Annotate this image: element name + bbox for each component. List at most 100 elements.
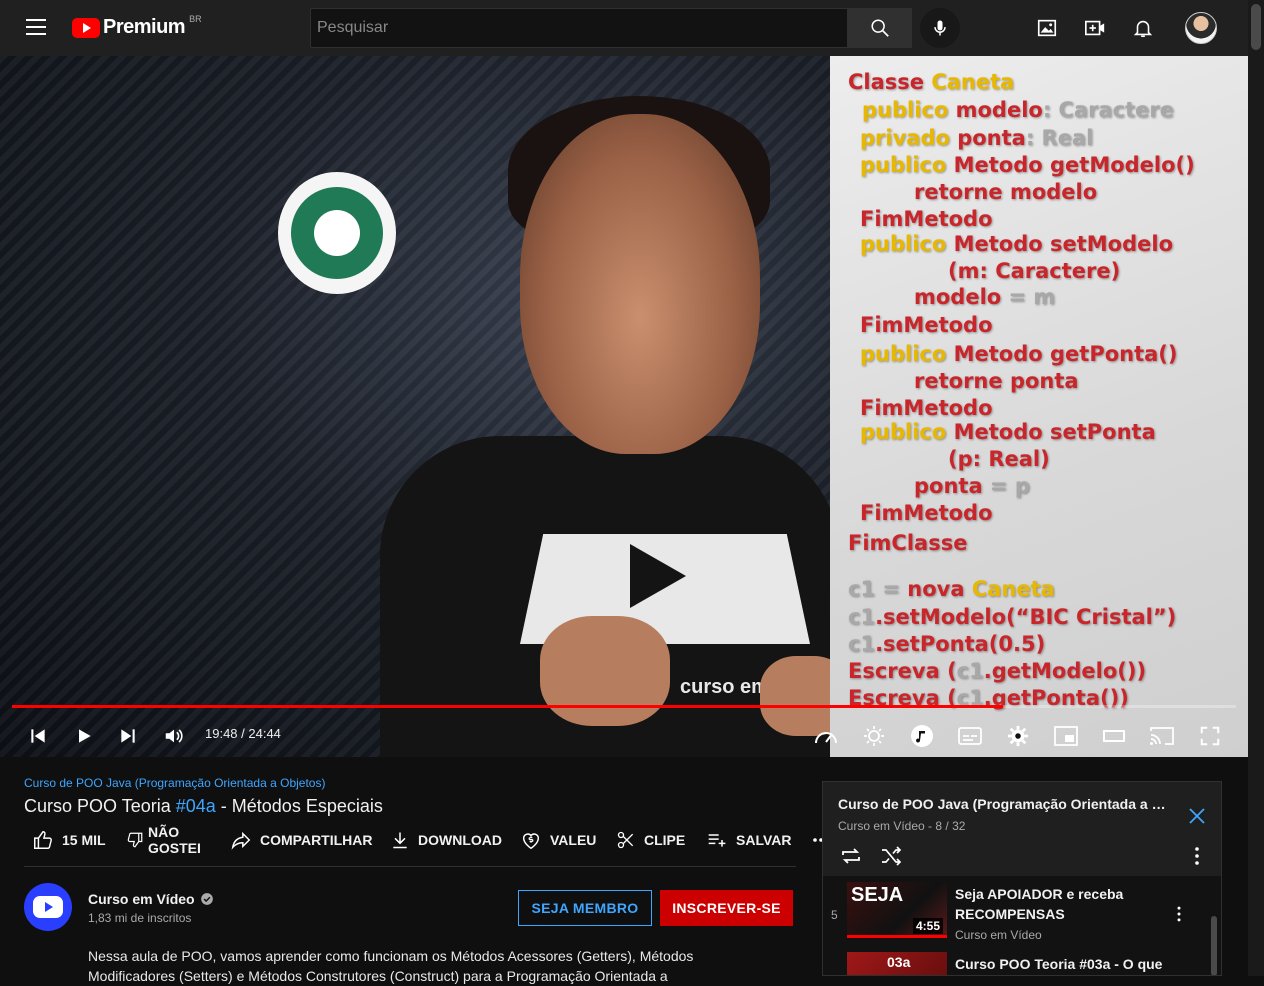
playlist-scrollbar-thumb[interactable] <box>1211 916 1217 975</box>
time-display: 19:48 / 24:44 <box>205 726 281 741</box>
create-video-icon[interactable] <box>1083 16 1107 40</box>
presenter-hand <box>540 616 670 726</box>
clip-label: CLIPE <box>644 832 686 848</box>
page-scrollbar[interactable] <box>1248 0 1264 976</box>
code-token: Caneta <box>971 577 1055 601</box>
account-avatar[interactable] <box>1185 12 1217 44</box>
download-button[interactable]: DOWNLOAD <box>390 820 502 860</box>
code-line: publico Metodo setPonta <box>860 420 1156 444</box>
playlist-link[interactable]: Curso de POO Java (Programação Orientada… <box>24 776 804 790</box>
next-icon[interactable] <box>114 722 142 750</box>
title-suffix: - Métodos Especiais <box>215 796 383 816</box>
masthead: Premium BR <box>0 0 1264 56</box>
settings-gear-icon[interactable] <box>1004 722 1032 750</box>
playlist-item-thumbnail[interactable]: 03a <box>847 952 947 975</box>
more-options-icon[interactable] <box>1169 904 1189 924</box>
playlist-item-title: Curso POO Teoria #03a - O que <box>955 956 1163 972</box>
playlist-item[interactable]: 5 SEJA 4:55 Seja APOIADOR e receba RECOM… <box>823 878 1221 948</box>
code-line: (p: Real) <box>948 447 1050 471</box>
code-token: FimClasse <box>848 531 968 555</box>
like-count: 15 MIL <box>62 832 106 848</box>
save-button[interactable]: SALVAR <box>706 820 791 860</box>
playlist-item-thumbnail[interactable]: SEJA 4:55 <box>847 882 947 938</box>
like-button[interactable]: 15 MIL <box>32 820 106 860</box>
theater-mode-icon[interactable] <box>1100 722 1128 750</box>
code-token: publico <box>860 420 954 444</box>
code-token: modelo <box>1009 180 1098 204</box>
cast-icon[interactable] <box>1148 722 1176 750</box>
channel-name[interactable]: Curso em Vídeo <box>88 891 214 907</box>
code-line: privado ponta: Real <box>860 126 1093 150</box>
music-note-icon[interactable] <box>908 722 936 750</box>
code-token: publico <box>862 98 956 122</box>
code-token: c1 <box>848 632 876 656</box>
join-member-button[interactable]: SEJA MEMBRO <box>518 890 652 926</box>
video-description[interactable]: Nessa aula de POO, vamos aprender como f… <box>88 946 708 986</box>
search-input[interactable] <box>311 9 847 47</box>
miniplayer-icon[interactable] <box>1052 722 1080 750</box>
code-token: getModelo() <box>1050 153 1195 177</box>
code-line: Escreva (c1.getModelo()) <box>848 659 1146 683</box>
ambient-mode-icon[interactable] <box>860 722 888 750</box>
search-icon <box>871 19 889 37</box>
close-icon[interactable] <box>1185 804 1209 828</box>
code-token: setPonta <box>1050 420 1156 444</box>
progress-bar[interactable] <box>12 705 1236 708</box>
code-token: = p <box>982 474 1030 498</box>
voice-search-button[interactable] <box>920 8 960 48</box>
save-playlist-add-icon <box>708 834 726 847</box>
playlist-title[interactable]: Curso de POO Java (Programação Orientada… <box>838 796 1168 812</box>
code-line: c1 = nova Caneta <box>848 577 1055 601</box>
player-controls: 19:48 / 24:44 <box>0 716 1248 756</box>
death-star-coffee-sticker <box>278 172 396 294</box>
thumbnail-progress <box>847 935 947 938</box>
code-line: publico modelo: Caractere <box>862 98 1174 122</box>
thanks-label: VALEU <box>550 832 597 848</box>
notifications-bell-icon[interactable] <box>1131 16 1155 40</box>
country-code: BR <box>189 13 202 24</box>
loop-icon[interactable] <box>839 844 863 868</box>
page-scrollbar-thumb[interactable] <box>1251 4 1261 50</box>
share-icon <box>231 831 251 850</box>
dislike-label-line2: GOSTEI <box>148 840 201 856</box>
code-line: (m: Caractere) <box>948 259 1120 283</box>
playlist-menu-icon[interactable] <box>1185 844 1209 868</box>
download-icon <box>393 832 407 849</box>
logo-text: Premium <box>103 16 186 38</box>
code-token: c1 <box>956 659 984 683</box>
code-token: c1 <box>848 577 876 601</box>
channel-avatar[interactable] <box>24 883 72 931</box>
shuffle-icon[interactable] <box>879 844 903 868</box>
code-line: ponta = p <box>914 474 1030 498</box>
code-token: Classe <box>848 70 932 94</box>
search-button[interactable] <box>848 8 912 48</box>
playlist-channel[interactable]: Curso em Vídeo <box>838 819 925 833</box>
fullscreen-icon[interactable] <box>1196 722 1224 750</box>
code-line: retorne modelo <box>914 180 1097 204</box>
clip-button[interactable]: CLIPE <box>616 820 685 860</box>
hamburger-menu-icon[interactable] <box>26 19 46 35</box>
code-line: c1.setModelo(“BIC Cristal”) <box>848 605 1176 629</box>
video-player[interactable]: curso em Classe Caneta publico modelo: Ca… <box>0 56 1248 757</box>
playback-speed-icon[interactable] <box>812 722 840 750</box>
thumbs-up-icon <box>34 831 52 849</box>
thanks-button[interactable]: VALEU <box>520 820 596 860</box>
previous-icon[interactable] <box>24 722 52 750</box>
image-icon[interactable] <box>1035 16 1059 40</box>
presenter-face <box>520 114 760 454</box>
playlist-item[interactable]: 03a Curso POO Teoria #03a - O que <box>823 948 1221 975</box>
youtube-premium-logo[interactable]: Premium BR <box>72 13 202 39</box>
code-line: FimMetodo <box>860 207 993 231</box>
code-token: (m: Caractere) <box>948 259 1121 283</box>
action-bar: 15 MIL NÃO GOSTEI COMPARTILHAR DOWNLOAD V… <box>24 820 829 860</box>
hashtag-link[interactable]: #04a <box>176 796 216 816</box>
dislike-button[interactable]: NÃO GOSTEI <box>126 820 201 860</box>
dislike-label-line1: NÃO <box>148 824 180 840</box>
volume-icon[interactable] <box>160 722 188 750</box>
code-token: FimMetodo <box>860 501 993 525</box>
subscribe-button[interactable]: INSCREVER-SE <box>660 890 793 926</box>
share-button[interactable]: COMPARTILHAR <box>230 820 373 860</box>
play-icon[interactable] <box>70 722 98 750</box>
subtitles-icon[interactable] <box>956 722 984 750</box>
code-token: getPonta() <box>1050 342 1178 366</box>
